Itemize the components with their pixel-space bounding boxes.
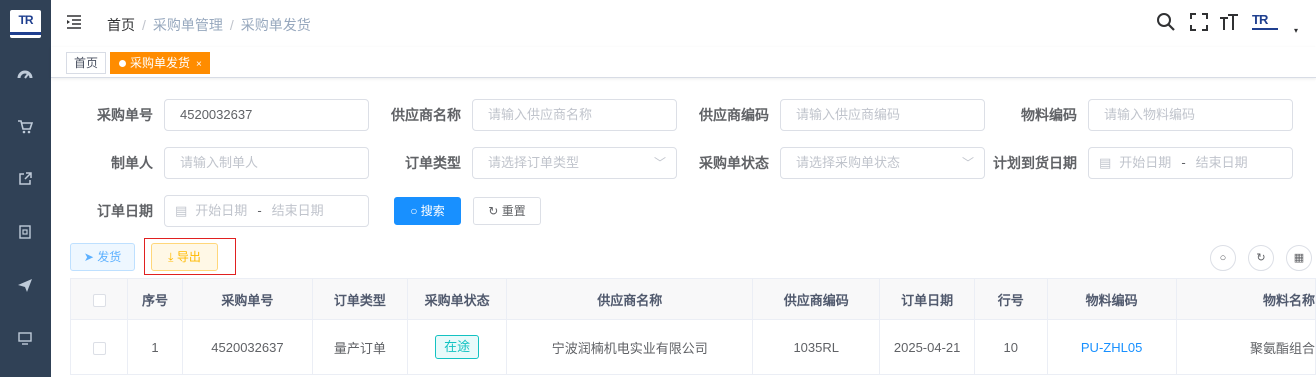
hamburger-icon[interactable] [66, 14, 82, 30]
row-checkbox[interactable] [69, 319, 129, 375]
supplier-name-label: 供应商名称 [391, 107, 461, 123]
font-size-icon[interactable] [1219, 12, 1239, 32]
column-header: 物料编码 [1046, 278, 1177, 320]
tag-home[interactable]: 首页 [66, 52, 107, 74]
tag-po-shipping[interactable]: 采购单发货 × [110, 52, 210, 74]
fullscreen-icon[interactable] [1189, 12, 1209, 32]
search-toggle-button[interactable]: ○ [1210, 245, 1236, 271]
column-header: 采购单号 [182, 278, 313, 320]
order-date-range[interactable]: ▤ 开始日期 - 结束日期 [164, 195, 369, 227]
send-icon[interactable] [16, 277, 34, 295]
column-header: 供应商编码 [752, 278, 881, 320]
planned-arrival-range[interactable]: ▤ 开始日期 - 结束日期 [1088, 147, 1293, 179]
order-type-select[interactable]: 请选择订单类型 ﹀ [472, 147, 677, 179]
row-line-number: 10 [973, 319, 1048, 375]
row-order-date: 2025-04-21 [879, 319, 975, 375]
material-code-label: 物料编码 [1021, 107, 1077, 123]
breadcrumb: 首页 / 采购单管理 / 采购单发货 [107, 17, 311, 33]
row-material-name: 聚氨酯组合 [1175, 319, 1316, 375]
app-logo[interactable]: TR [10, 10, 41, 38]
navbar: 首页 / 采购单管理 / 采购单发货 TR ▾ [51, 0, 1316, 47]
status-badge: 在途 [435, 335, 480, 359]
row-order-type: 量产订单 [311, 319, 408, 375]
po-status-select[interactable]: 请选择采购单状态 ﹀ [780, 147, 985, 179]
breadcrumb-home[interactable]: 首页 [107, 17, 135, 33]
caret-down-icon[interactable]: ▾ [1294, 26, 1304, 46]
document-icon[interactable] [16, 224, 34, 242]
calendar-icon: ▤ [1099, 155, 1112, 170]
breadcrumb-po-shipping: 采购单发货 [240, 17, 311, 33]
column-header: 物料名称 [1175, 278, 1316, 320]
po-table: 序号 采购单号 订单类型 采购单状态 供应商名称 供应商编码 订单日期 行号 物… [69, 278, 1316, 375]
po-number-input[interactable]: 4520032637 [164, 99, 369, 131]
column-header: 采购单状态 [406, 278, 508, 320]
export-button[interactable]: ⤓ 导出 [151, 243, 218, 271]
table-row[interactable]: 1 4520032637 量产订单 在途 宁波润楠机电实业有限公司 1035RL… [69, 319, 1316, 375]
chevron-down-icon: ﹀ [961, 156, 974, 170]
refresh-icon: ↻ [488, 204, 502, 218]
column-header: 供应商名称 [506, 278, 754, 320]
order-date-label: 订单日期 [97, 203, 153, 219]
table-header-row: 序号 采购单号 订单类型 采购单状态 供应商名称 供应商编码 订单日期 行号 物… [69, 278, 1316, 320]
breadcrumb-po-management[interactable]: 采购单管理 [153, 17, 223, 33]
supplier-code-label: 供应商编码 [699, 107, 769, 123]
creator-input[interactable]: 请输入制单人 [164, 147, 369, 179]
row-supplier-code: 1035RL [752, 319, 881, 375]
monitor-icon[interactable] [16, 330, 34, 348]
sidebar: TR [0, 0, 51, 377]
creator-label: 制单人 [111, 155, 153, 171]
row-status: 在途 [406, 319, 508, 375]
user-avatar[interactable]: TR [1252, 12, 1290, 32]
search-icon[interactable] [1156, 12, 1176, 32]
material-code-input[interactable]: 请输入物料编码 [1088, 99, 1293, 131]
column-header: 行号 [973, 278, 1048, 320]
po-status-label: 采购单状态 [699, 155, 769, 171]
column-header: 订单类型 [311, 278, 408, 320]
tags-view: 首页 采购单发货 × [51, 47, 1316, 78]
supplier-code-input[interactable]: 请输入供应商编码 [780, 99, 985, 131]
chevron-down-icon: ﹀ [653, 156, 666, 170]
refresh-button[interactable]: ↻ [1248, 245, 1274, 271]
row-po-number: 4520032637 [182, 319, 313, 375]
search-button[interactable]: ○ 搜索 [394, 197, 461, 225]
select-all-checkbox[interactable] [69, 278, 129, 320]
row-supplier-name: 宁波润楠机电实业有限公司 [506, 319, 754, 375]
calendar-icon: ▤ [175, 203, 188, 218]
external-link-icon[interactable] [16, 171, 34, 189]
close-icon[interactable]: × [196, 59, 202, 70]
main-content: 采购单号 4520032637 供应商名称 请输入供应商名称 供应商编码 请输入… [51, 79, 1316, 377]
planned-arrival-label: 计划到货日期 [993, 155, 1077, 171]
column-header: 序号 [127, 278, 184, 320]
send-icon: ➤ [83, 250, 98, 264]
dashboard-icon[interactable] [16, 67, 34, 85]
search-icon: ○ [410, 204, 421, 218]
column-header: 订单日期 [879, 278, 975, 320]
columns-button[interactable]: ▦ [1286, 245, 1312, 271]
order-type-label: 订单类型 [405, 155, 461, 171]
ship-button[interactable]: ➤ 发货 [70, 243, 135, 271]
supplier-name-input[interactable]: 请输入供应商名称 [472, 99, 677, 131]
reset-button[interactable]: ↻ 重置 [473, 197, 541, 225]
download-icon: ⤓ [168, 250, 177, 264]
po-number-label: 采购单号 [97, 107, 153, 123]
cart-icon[interactable] [16, 119, 34, 137]
row-material-code[interactable]: PU-ZHL05 [1046, 319, 1177, 375]
row-index: 1 [127, 319, 184, 375]
